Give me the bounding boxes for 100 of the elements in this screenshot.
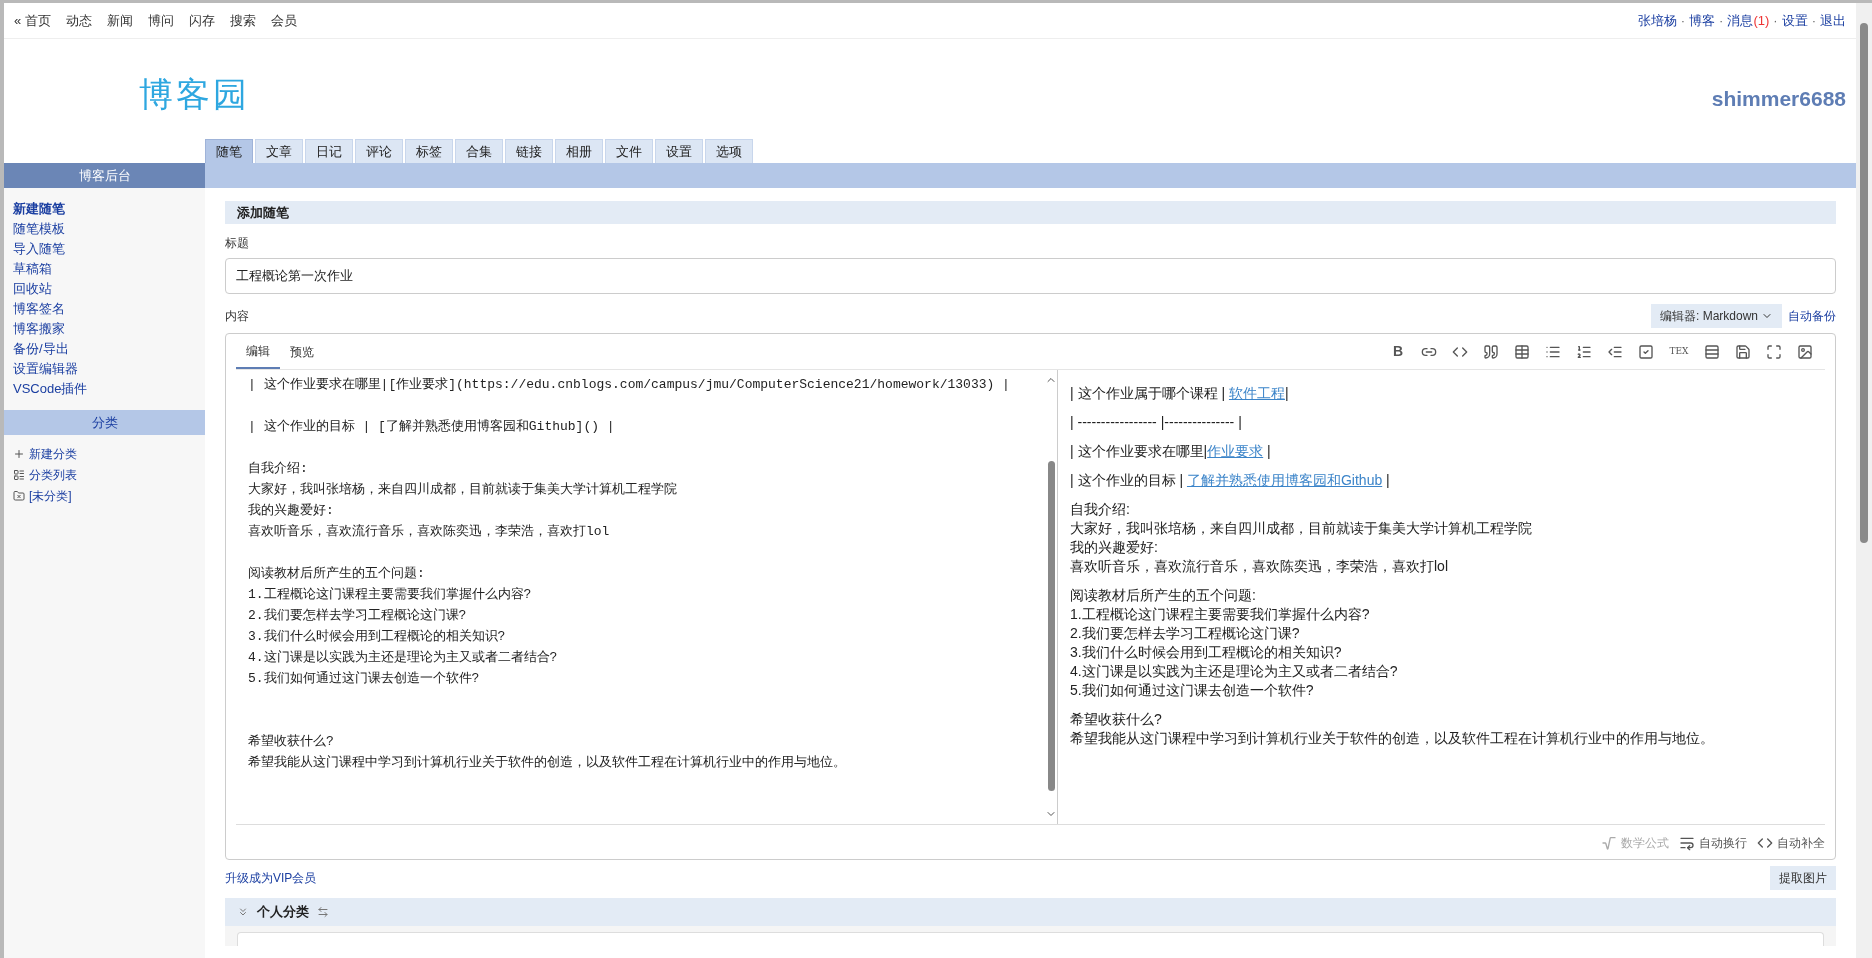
category-link[interactable]: [未分类] xyxy=(29,487,72,505)
sidebar-link[interactable]: 导入随笔 xyxy=(13,240,205,258)
nav-link[interactable]: 博问 xyxy=(147,10,174,31)
separator-dot: · xyxy=(1719,11,1724,30)
editor-tab[interactable]: 预览 xyxy=(280,334,324,369)
source-line: 1.工程概论这门课程主要需要我们掌握什么内容? xyxy=(248,586,533,604)
preview-link[interactable]: 了解并熟悉使用博客园和Github xyxy=(1186,472,1383,488)
user-link[interactable]: 退出 xyxy=(1820,10,1846,31)
preview-text: | xyxy=(1385,472,1390,488)
nav-link[interactable]: « 首页 xyxy=(14,10,51,31)
source-line: 大家好，我叫张培杨，来自四川成都，目前就读于集美大学计算机工程学院 xyxy=(248,481,678,499)
source-line: 阅读教材后所产生的五个问题: xyxy=(248,565,426,583)
tab[interactable]: 合集 xyxy=(455,139,503,163)
sidebar-link[interactable]: 博客搬家 xyxy=(13,320,205,338)
preview-text: 1.工程概论这门课程主要需要我们掌握什么内容? xyxy=(1070,606,1370,622)
sidebar-link[interactable]: 回收站 xyxy=(13,280,205,298)
plus-icon xyxy=(13,448,25,460)
tab[interactable]: 随笔 xyxy=(205,139,253,163)
section-header: 添加随笔 xyxy=(225,201,1836,224)
extract-images-button[interactable]: 提取图片 xyxy=(1770,866,1836,890)
preview-text: | ----------------- |--------------- | xyxy=(1070,414,1242,430)
source-line: 喜欢听音乐，喜欢流行音乐，喜欢陈奕迅，李荣浩，喜欢打lol xyxy=(248,523,611,541)
tab[interactable]: 选项 xyxy=(705,139,753,163)
tab[interactable]: 文章 xyxy=(255,139,303,163)
source-line: 希望我能从这门课程中学习到计算机行业关于软件的创造，以及软件工程在计算机行业中的作用与地位。 xyxy=(248,754,847,772)
preview-text: 希望收获什么? xyxy=(1070,711,1162,727)
user-link[interactable]: 设置 xyxy=(1781,10,1808,31)
sidebar-link[interactable]: 随笔模板 xyxy=(13,220,205,238)
tab[interactable]: 设置 xyxy=(655,139,703,163)
separator-dot: · xyxy=(1773,11,1778,30)
nav-link[interactable]: 搜索 xyxy=(229,10,256,31)
category-field[interactable] xyxy=(237,932,1824,946)
user-link[interactable]: 消息(1) xyxy=(1727,10,1770,31)
sidebar-link[interactable]: 新建随笔 xyxy=(13,200,205,218)
nav-link[interactable]: 动态 xyxy=(65,10,92,31)
user-link[interactable]: 博客 xyxy=(1689,10,1716,31)
source-line: | 这个作业要求在哪里|[作业要求](https://edu.cnblogs.com/campus/jmu/ComputerScience21/homework/13033) | xyxy=(248,376,1011,394)
preview-text: 希望我能从这门课程中学习到计算机行业关于软件的创造，以及软件工程在计算机行业中的作用与地位。 xyxy=(1070,730,1714,746)
nav-link[interactable]: 新闻 xyxy=(106,10,133,31)
username: shimmer6688 xyxy=(1711,86,1846,112)
preview-link[interactable]: 软件工程 xyxy=(1228,385,1285,401)
expand-icon[interactable] xyxy=(237,906,249,918)
tab[interactable]: 文件 xyxy=(605,139,653,163)
editor-tab[interactable]: 编辑 xyxy=(236,334,280,369)
preview-text: 阅读教材后所产生的五个问题: xyxy=(1070,587,1256,603)
preview-text: 自我介绍: xyxy=(1070,501,1130,517)
vip-link[interactable]: 升级成为VIP会员 xyxy=(225,869,317,887)
editor-select[interactable]: 编辑器: Markdown xyxy=(1650,304,1782,328)
preview-text: | 这个作业的目标 | xyxy=(1070,472,1185,488)
swap-icon[interactable] xyxy=(317,906,329,918)
tab[interactable]: 日记 xyxy=(305,139,353,163)
separator-dot: · xyxy=(1680,11,1686,30)
preview-text: 我的兴趣爱好: xyxy=(1070,539,1158,555)
preview-text: | xyxy=(1266,443,1271,459)
tab[interactable]: 标签 xyxy=(405,139,453,163)
tex-button[interactable]: TEX xyxy=(1665,339,1693,364)
user-link[interactable]: 张培杨 xyxy=(1637,10,1677,31)
tab[interactable]: 相册 xyxy=(555,139,603,163)
page-scrollbar[interactable] xyxy=(1856,3,1872,958)
list-icon xyxy=(13,469,25,481)
sidebar-link[interactable]: 设置编辑器 xyxy=(13,360,205,378)
wrap-icon xyxy=(1679,835,1695,851)
tab[interactable]: 链接 xyxy=(505,139,553,163)
preview-link[interactable]: 作业要求 xyxy=(1207,443,1264,459)
preview-text: 2.我们要怎样去学习工程概论这门课? xyxy=(1070,625,1300,641)
folder-icon xyxy=(13,490,25,502)
source-line: 我的兴趣爱好: xyxy=(248,502,335,520)
source-line: 希望收获什么? xyxy=(248,733,335,751)
nav-link[interactable]: 会员 xyxy=(270,10,297,31)
sidebar-link[interactable]: VSCode插件 xyxy=(13,380,205,398)
preview-text: 大家好，我叫张培杨，来自四川成都，目前就读于集美大学计算机工程学院 xyxy=(1070,520,1532,536)
preview-text: | 这个作业属于哪个课程 | xyxy=(1070,385,1227,401)
nav-link[interactable]: 闪存 xyxy=(188,10,215,31)
sidebar-link[interactable]: 草稿箱 xyxy=(13,260,205,278)
status-toggle[interactable]: 自动补全 xyxy=(1777,834,1825,852)
title-field[interactable]: 工程概论第一次作业 xyxy=(225,258,1836,294)
category-link[interactable]: 新建分类 xyxy=(29,445,77,463)
preview-text: 4.这门课是以实践为主还是理论为主又或者二者结合? xyxy=(1070,663,1398,679)
field-label: 标题 xyxy=(225,235,250,252)
category-header: 分类 xyxy=(4,410,205,435)
category-link[interactable]: 分类列表 xyxy=(29,466,77,484)
preview-text: | xyxy=(1284,385,1289,401)
sidebar-header: 博客后台 xyxy=(4,163,205,188)
field-label: 内容 xyxy=(225,308,249,325)
separator-dot: · xyxy=(1811,11,1816,30)
source-line: 4.这门课是以实践为主还是理论为主又或者二者结合? xyxy=(248,649,559,667)
source-line: 自我介绍: xyxy=(248,460,309,478)
tab[interactable]: 评论 xyxy=(355,139,403,163)
bold-button[interactable]: B xyxy=(1386,339,1410,364)
code-icon xyxy=(1757,835,1773,851)
sidebar-link[interactable]: 博客签名 xyxy=(13,300,205,318)
sidebar-link[interactable]: 备份/导出 xyxy=(13,340,205,358)
preview-text: 喜欢听音乐，喜欢流行音乐，喜欢陈奕迅，李荣浩，喜欢打lol xyxy=(1070,558,1448,574)
auto-backup-link[interactable]: 自动备份 xyxy=(1788,307,1836,325)
section-title: 个人分类 xyxy=(257,903,309,922)
source-line: | 这个作业的目标 | [了解并熟悉使用博客园和Github]() | xyxy=(248,418,616,436)
source-line: 5.我们如何通过这门课去创造一个软件? xyxy=(248,670,481,688)
square-root-icon xyxy=(1601,835,1617,851)
source-line: 2.我们要怎样去学习工程概论这门课? xyxy=(248,607,468,625)
status-toggle[interactable]: 自动换行 xyxy=(1699,834,1747,852)
